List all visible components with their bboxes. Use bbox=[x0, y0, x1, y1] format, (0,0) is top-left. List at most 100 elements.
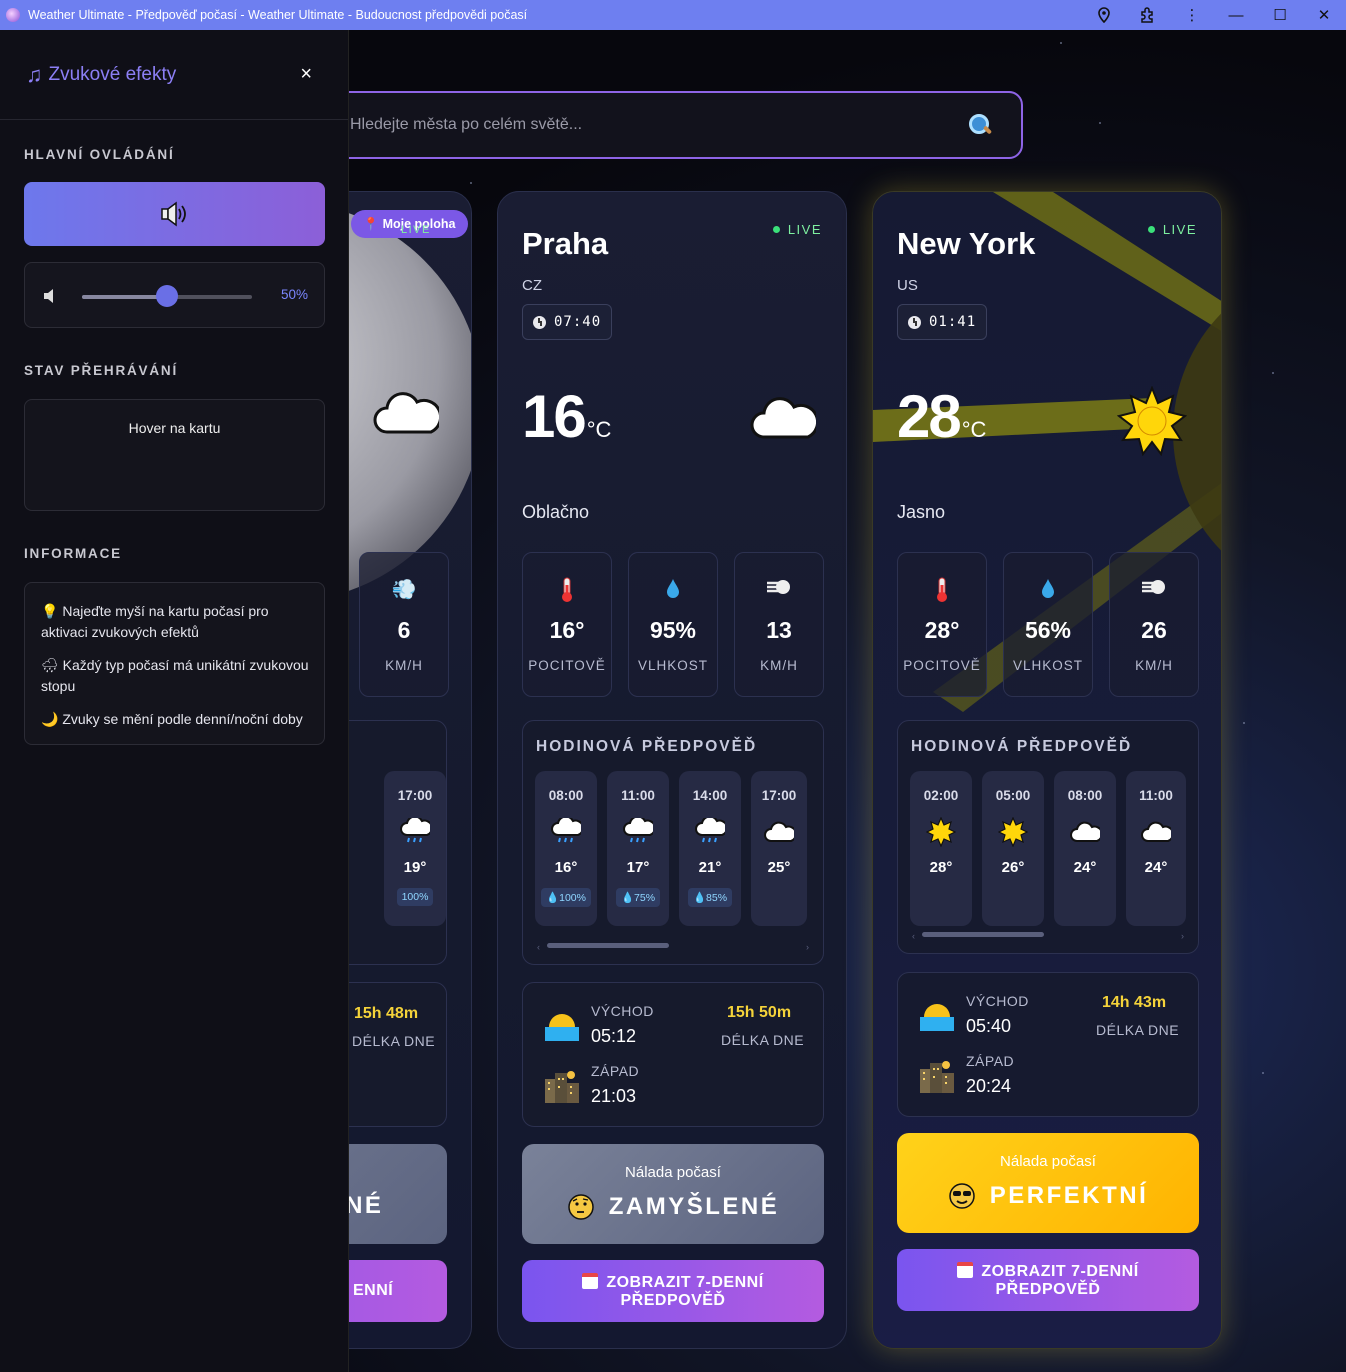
stat-wind: 💨 6 KM/H bbox=[359, 552, 449, 697]
volume-slider-handle[interactable] bbox=[156, 285, 178, 307]
forecast-7day-button[interactable]: ZOBRAZIT 7-DENNÍ PŘEDPOVĚĎ bbox=[522, 1260, 824, 1322]
stat-label: VLHKOST bbox=[637, 658, 709, 673]
hourly-scrollbar[interactable] bbox=[922, 932, 1044, 937]
rain-cloud-icon bbox=[400, 817, 430, 847]
mood-title: Nálada počasí bbox=[1000, 1153, 1096, 1170]
sunrise-time: 05:40 bbox=[966, 1016, 1012, 1036]
mood-panel: Nálada počasí PERFEKTNÍ bbox=[897, 1133, 1199, 1233]
sun-times: VÝCHOD 05:12 ZÁPAD 21:03 15h 50m DÉLKA D… bbox=[522, 982, 824, 1127]
close-window-icon[interactable]: ✕ bbox=[1302, 0, 1346, 30]
hour-time: 08:00 bbox=[548, 788, 584, 803]
music-note-icon: ♫ bbox=[26, 61, 43, 87]
hourly-title: HODINOVÁ PŘEDPOVĚĎ bbox=[911, 738, 1133, 755]
scroll-right-arrow[interactable]: › bbox=[1181, 931, 1184, 941]
cloud-icon bbox=[764, 817, 794, 847]
scroll-left-arrow[interactable]: ‹ bbox=[912, 931, 915, 941]
extensions-icon[interactable] bbox=[1126, 0, 1170, 30]
rain-cloud-icon bbox=[695, 817, 725, 847]
playback-status-text: Hover na kartu bbox=[128, 420, 221, 436]
stats-row: 28° POCITOVĚ 56% VLHKOST 26 KM/H bbox=[897, 552, 1199, 697]
hour-temp: 21° bbox=[698, 859, 722, 876]
section-playback: STAV PŘEHRÁVÁNÍ bbox=[24, 363, 179, 378]
sunrise-icon bbox=[920, 1004, 954, 1031]
live-indicator: LIVE bbox=[1147, 222, 1197, 237]
app-icon bbox=[6, 8, 20, 22]
minimize-icon[interactable]: — bbox=[1214, 0, 1258, 30]
hour-time: 08:00 bbox=[1067, 788, 1103, 803]
mood-value: ZAMYŠLENÉ bbox=[567, 1193, 780, 1221]
hour-rain: 💧100% bbox=[541, 888, 591, 907]
search-bar[interactable] bbox=[320, 91, 1023, 159]
hour-temp: 28° bbox=[929, 859, 953, 876]
stat-value: 95% bbox=[649, 617, 697, 643]
country-code: US bbox=[897, 277, 918, 294]
day-length-label: DÉLKA DNE bbox=[1096, 1022, 1180, 1038]
cloud-icon bbox=[1070, 817, 1100, 847]
sunset-time: 20:24 bbox=[966, 1076, 1012, 1096]
section-info: INFORMACE bbox=[24, 546, 122, 561]
hour-item: 05:00 26° bbox=[982, 771, 1044, 926]
sun-times: VÝCHOD 05:40 ZÁPAD 20:24 14h 43m DÉLKA D… bbox=[897, 972, 1199, 1117]
local-time: 01:41 bbox=[897, 304, 988, 340]
clock-icon bbox=[908, 315, 921, 329]
speaker-low-icon bbox=[44, 289, 53, 303]
hourly-scrollbar[interactable] bbox=[547, 943, 669, 948]
sunset-label: ZÁPAD bbox=[966, 1053, 1015, 1069]
stat-value: 16° bbox=[549, 617, 585, 643]
sound-effects-sidebar: ♫ Zvukové efekty × HLAVNÍ OVLÁDÁNÍ 50% S… bbox=[0, 30, 349, 1372]
city-night-icon bbox=[920, 1061, 954, 1093]
condition: Oblačno bbox=[522, 502, 590, 522]
hour-item: 17:00 25° bbox=[751, 771, 807, 926]
live-indicator: LIVE bbox=[772, 222, 822, 237]
sunrise-icon bbox=[545, 1014, 579, 1041]
info-item: 💡 Najeďte myší na kartu počasí pro aktiv… bbox=[41, 603, 269, 640]
forecast-7day-button[interactable]: ZOBRAZIT 7-DENNÍ PŘEDPOVĚĎ bbox=[897, 1249, 1199, 1311]
hour-item: 08:00 24° bbox=[1054, 771, 1116, 926]
hour-temp: 16° bbox=[554, 859, 578, 876]
stat-wind: 26 KM/H bbox=[1109, 552, 1199, 697]
sunrise-label: VÝCHOD bbox=[966, 993, 1029, 1009]
more-menu-icon[interactable]: ⋮ bbox=[1170, 0, 1214, 30]
mood-panel: Nálada počasí ZAMYŠLENÉ bbox=[522, 1144, 824, 1244]
hour-time: 11:00 bbox=[621, 788, 655, 803]
hour-time: 14:00 bbox=[692, 788, 728, 803]
city-name: New York bbox=[897, 226, 1036, 261]
city-night-icon bbox=[545, 1071, 579, 1103]
hour-item: 08:00 16° 💧100% bbox=[535, 771, 597, 926]
window-titlebar: Weather Ultimate - Předpověď počasí - We… bbox=[0, 0, 1346, 30]
day-length: 14h 43m bbox=[1102, 994, 1167, 1011]
lightbulb-icon: 💡 bbox=[41, 603, 59, 619]
sun-icon bbox=[998, 817, 1028, 847]
sound-toggle-button[interactable] bbox=[24, 182, 325, 246]
stat-label: VLHKOST bbox=[1012, 658, 1084, 673]
hourly-forecast[interactable]: HODINOVÁ PŘEDPOVĚĎ 02:00 28° 05:00 26° 0… bbox=[897, 720, 1199, 954]
stat-label: POCITOVĚ bbox=[528, 658, 606, 673]
city-name: Praha bbox=[522, 226, 609, 261]
droplet-icon: 💧 bbox=[620, 892, 635, 904]
hour-time: 05:00 bbox=[995, 788, 1031, 803]
weather-card-praha[interactable]: LIVE Praha CZ 07:40 16°C Oblačno 16° POC… bbox=[497, 191, 847, 1349]
sunset-time: 21:03 bbox=[591, 1086, 637, 1106]
hourly-forecast[interactable]: HODINOVÁ PŘEDPOVĚĎ 08:00 16° 💧100% 11:00… bbox=[522, 720, 824, 965]
close-sidebar-button[interactable]: × bbox=[300, 63, 312, 86]
maximize-icon[interactable]: ☐ bbox=[1258, 0, 1302, 30]
day-length: 15h 48m bbox=[354, 1005, 419, 1022]
sunrise-time: 05:12 bbox=[591, 1026, 637, 1046]
search-input[interactable] bbox=[350, 116, 967, 134]
stat-label: KM/H bbox=[1135, 658, 1173, 673]
condition: Jasno bbox=[897, 502, 946, 522]
sun-icon bbox=[1117, 386, 1187, 456]
weather-card-new-york[interactable]: LIVE New York US 01:41 28°C Jasno 28° PO… bbox=[872, 191, 1222, 1349]
hour-temp: 19° bbox=[403, 859, 427, 876]
location-pin-icon[interactable] bbox=[1082, 0, 1126, 30]
hour-item: 11:00 17° 💧75% bbox=[607, 771, 669, 926]
stats-row: 16° POCITOVĚ 95% VLHKOST 13 KM/H bbox=[522, 552, 824, 697]
scroll-right-arrow[interactable]: › bbox=[806, 942, 809, 952]
scroll-left-arrow[interactable]: ‹ bbox=[537, 942, 540, 952]
hour-item: 11:00 24° bbox=[1126, 771, 1186, 926]
info-item: 🌧 Každý typ počasí má unikátní zvukovou … bbox=[41, 657, 309, 694]
search-icon[interactable] bbox=[967, 112, 993, 138]
country-code: CZ bbox=[522, 277, 542, 294]
sunset-label: ZÁPAD bbox=[591, 1063, 640, 1079]
hour-rain: 💧75% bbox=[615, 888, 661, 907]
